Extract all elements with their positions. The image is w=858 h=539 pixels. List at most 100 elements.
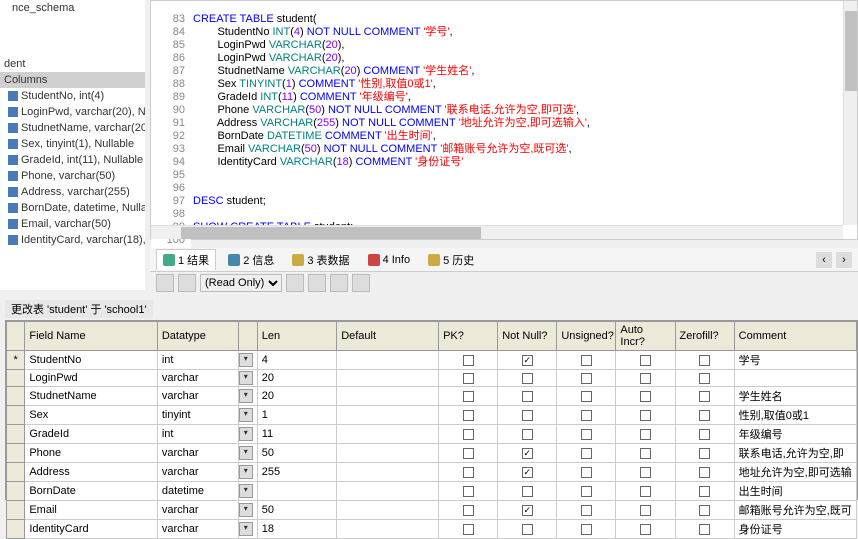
- checkbox[interactable]: [463, 373, 474, 384]
- checkbox[interactable]: [640, 467, 651, 478]
- checkbox[interactable]: [581, 429, 592, 440]
- default-cell[interactable]: [337, 520, 439, 539]
- tree-item[interactable]: IdentityCard, varchar(18),: [0, 232, 145, 248]
- checkbox[interactable]: [640, 429, 651, 440]
- default-cell[interactable]: [337, 463, 439, 482]
- tree-item[interactable]: StudentNo, int(4): [0, 88, 145, 104]
- dropdown-icon[interactable]: ▾: [239, 446, 253, 460]
- datatype-dd[interactable]: ▾: [239, 387, 257, 406]
- checkbox[interactable]: [522, 355, 533, 366]
- checkbox[interactable]: [699, 429, 710, 440]
- comment-cell[interactable]: 邮箱账号允许为空,既可: [734, 501, 856, 520]
- checkbox[interactable]: [640, 448, 651, 459]
- comment-cell[interactable]: 联系电话,允许为空,即: [734, 444, 856, 463]
- datatype-cell[interactable]: varchar: [157, 444, 239, 463]
- grid-header[interactable]: Unsigned?: [557, 322, 616, 351]
- dropdown-icon[interactable]: ▾: [239, 389, 253, 403]
- toolbar-button[interactable]: [156, 274, 174, 292]
- checkbox[interactable]: [463, 467, 474, 478]
- dropdown-icon[interactable]: ▾: [239, 503, 253, 517]
- code-content[interactable]: CREATE TABLE student( StudentNo INT(4) N…: [193, 13, 843, 225]
- tab-prev-button[interactable]: ‹: [816, 252, 832, 268]
- checkbox[interactable]: [522, 429, 533, 440]
- datatype-dd[interactable]: ▾: [239, 406, 257, 425]
- len-cell[interactable]: 20: [257, 387, 336, 406]
- datatype-cell[interactable]: int: [157, 425, 239, 444]
- tree-item[interactable]: Columns: [0, 72, 145, 88]
- checkbox[interactable]: [522, 448, 533, 459]
- checkbox[interactable]: [463, 391, 474, 402]
- checkbox[interactable]: [463, 355, 474, 366]
- field-name-cell[interactable]: GradeId: [25, 425, 157, 444]
- comment-cell[interactable]: [734, 370, 856, 387]
- checkbox[interactable]: [699, 355, 710, 366]
- toolbar-button[interactable]: [178, 274, 196, 292]
- len-cell[interactable]: 255: [257, 463, 336, 482]
- checkbox[interactable]: [581, 448, 592, 459]
- dropdown-icon[interactable]: ▾: [239, 427, 253, 441]
- comment-cell[interactable]: 出生时间: [734, 482, 856, 501]
- result-tab[interactable]: 5 历史: [422, 250, 480, 270]
- grid-header[interactable]: Len: [257, 322, 336, 351]
- default-cell[interactable]: [337, 387, 439, 406]
- comment-cell[interactable]: 地址允许为空,即可选输: [734, 463, 856, 482]
- datatype-cell[interactable]: datetime: [157, 482, 239, 501]
- datatype-cell[interactable]: varchar: [157, 520, 239, 539]
- checkbox[interactable]: [581, 524, 592, 535]
- grid-header[interactable]: PK?: [439, 322, 498, 351]
- tab-next-button[interactable]: ›: [836, 252, 852, 268]
- table-designer-grid[interactable]: Field NameDatatypeLenDefaultPK?Not Null?…: [5, 320, 858, 500]
- checkbox[interactable]: [699, 486, 710, 497]
- field-name-cell[interactable]: Phone: [25, 444, 157, 463]
- default-cell[interactable]: [337, 482, 439, 501]
- grid-header[interactable]: Auto Incr?: [616, 322, 675, 351]
- checkbox[interactable]: [699, 448, 710, 459]
- result-tab[interactable]: 3 表数据: [286, 250, 355, 270]
- readonly-select[interactable]: (Read Only): [200, 274, 282, 292]
- checkbox[interactable]: [463, 410, 474, 421]
- checkbox[interactable]: [581, 355, 592, 366]
- checkbox[interactable]: [640, 524, 651, 535]
- checkbox[interactable]: [640, 505, 651, 516]
- checkbox[interactable]: [581, 467, 592, 478]
- tree-item[interactable]: BornDate, datetime, Nulla: [0, 200, 145, 216]
- checkbox[interactable]: [699, 467, 710, 478]
- dropdown-icon[interactable]: ▾: [239, 353, 253, 367]
- datatype-cell[interactable]: varchar: [157, 463, 239, 482]
- checkbox[interactable]: [640, 355, 651, 366]
- checkbox[interactable]: [522, 373, 533, 384]
- field-name-cell[interactable]: Sex: [25, 406, 157, 425]
- datatype-dd[interactable]: ▾: [239, 482, 257, 501]
- checkbox[interactable]: [522, 467, 533, 478]
- grid-header[interactable]: Zerofill?: [675, 322, 734, 351]
- datatype-cell[interactable]: varchar: [157, 501, 239, 520]
- comment-cell[interactable]: 学号: [734, 351, 856, 370]
- checkbox[interactable]: [581, 410, 592, 421]
- table-row[interactable]: *StudentNoint▾4学号: [7, 351, 857, 370]
- table-row[interactable]: StudnetNamevarchar▾20学生姓名: [7, 387, 857, 406]
- grid-header[interactable]: Not Null?: [498, 322, 557, 351]
- datatype-cell[interactable]: tinyint: [157, 406, 239, 425]
- dropdown-icon[interactable]: ▾: [239, 408, 253, 422]
- default-cell[interactable]: [337, 444, 439, 463]
- len-cell[interactable]: 50: [257, 444, 336, 463]
- checkbox[interactable]: [522, 410, 533, 421]
- default-cell[interactable]: [337, 501, 439, 520]
- checkbox[interactable]: [463, 429, 474, 440]
- len-cell[interactable]: 20: [257, 370, 336, 387]
- table-row[interactable]: BornDatedatetime▾出生时间: [7, 482, 857, 501]
- tree-item[interactable]: Address, varchar(255): [0, 184, 145, 200]
- toolbar-button[interactable]: [286, 274, 304, 292]
- table-row[interactable]: Sextinyint▾1性别,取值0或1: [7, 406, 857, 425]
- tree-item[interactable]: LoginPwd, varchar(20), Nu: [0, 104, 145, 120]
- comment-cell[interactable]: 学生姓名: [734, 387, 856, 406]
- default-cell[interactable]: [337, 351, 439, 370]
- checkbox[interactable]: [581, 373, 592, 384]
- checkbox[interactable]: [699, 373, 710, 384]
- datatype-cell[interactable]: varchar: [157, 370, 239, 387]
- len-cell[interactable]: 1: [257, 406, 336, 425]
- datatype-dd[interactable]: ▾: [239, 370, 257, 387]
- checkbox[interactable]: [699, 391, 710, 402]
- table-row[interactable]: LoginPwdvarchar▾20: [7, 370, 857, 387]
- toolbar-button[interactable]: [352, 274, 370, 292]
